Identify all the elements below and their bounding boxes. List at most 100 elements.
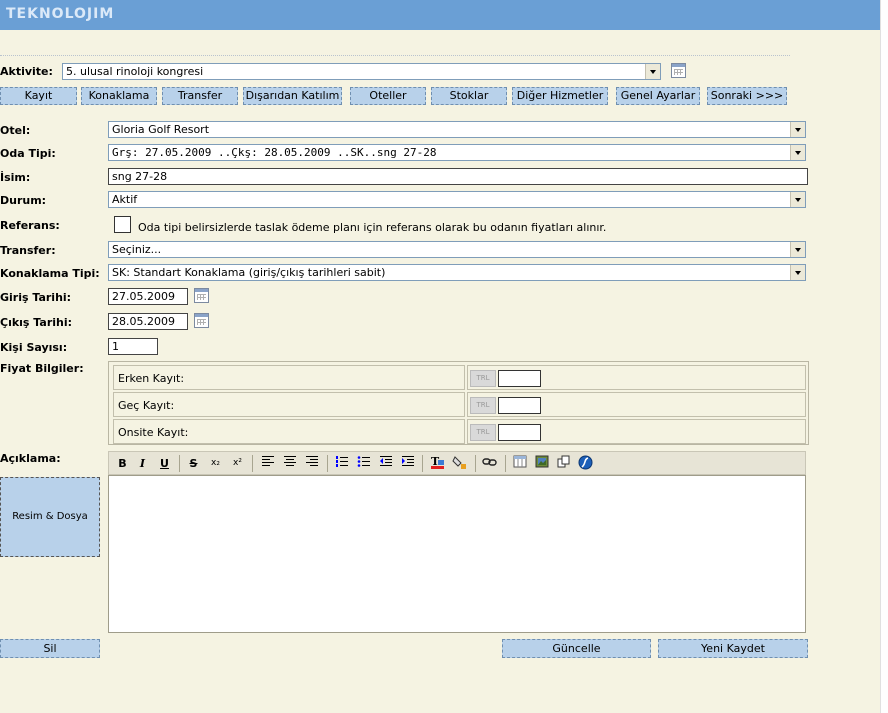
- chevron-down-icon: [645, 64, 660, 79]
- isim-label: İsim:: [0, 171, 31, 184]
- otel-value: Gloria Golf Resort: [112, 123, 210, 136]
- oda-tipi-select[interactable]: Grş: 27.05.2009 ..Çkş: 28.05.2009 ..SK..…: [108, 144, 806, 161]
- konaklama-tipi-label: Konaklama Tipi:: [0, 267, 100, 280]
- activity-select[interactable]: 5. ulusal rinoloji kongresi: [62, 63, 661, 80]
- toolbar-separator: [327, 455, 328, 472]
- calendar-icon[interactable]: [194, 288, 209, 303]
- chevron-down-icon: [790, 192, 805, 207]
- otel-select[interactable]: Gloria Golf Resort: [108, 121, 806, 138]
- durum-select[interactable]: Aktif: [108, 191, 806, 208]
- subscript-button[interactable]: x₂: [207, 455, 224, 472]
- align-right-icon[interactable]: [303, 455, 320, 472]
- nav-genel-ayarlar-button[interactable]: Genel Ayarlar: [616, 87, 700, 105]
- nav-transfer-button[interactable]: Transfer: [162, 87, 238, 105]
- table-icon[interactable]: [511, 455, 528, 472]
- activity-label: Aktivite:: [0, 65, 53, 78]
- referans-note: Oda tipi belirsizlerde taslak ödeme plan…: [138, 221, 607, 234]
- link-icon[interactable]: [481, 455, 498, 472]
- app-logo: TEKNOLOJIM: [6, 6, 115, 22]
- price-table: Erken Kayıt: TRL Geç Kayıt: TRL Onsite K…: [108, 361, 809, 445]
- bold-button[interactable]: B: [114, 455, 131, 472]
- nav-konaklama-button[interactable]: Konaklama: [81, 87, 157, 105]
- kisi-sayisi-field[interactable]: 1: [108, 338, 158, 355]
- durum-label: Durum:: [0, 194, 47, 207]
- transfer-label: Transfer:: [0, 244, 56, 257]
- otel-label: Otel:: [0, 124, 31, 137]
- price-row-label: Onsite Kayıt:: [113, 419, 465, 444]
- nav-stoklar-button[interactable]: Stoklar: [431, 87, 507, 105]
- cikis-tarihi-field[interactable]: 28.05.2009: [108, 313, 188, 330]
- price-cell: TRL: [467, 392, 806, 417]
- konaklama-tipi-select[interactable]: SK: Standart Konaklama (giriş/çıkış tari…: [108, 264, 806, 281]
- gec-kayit-price-input[interactable]: [498, 397, 541, 414]
- outdent-icon[interactable]: [377, 455, 394, 472]
- update-button[interactable]: Güncelle: [502, 639, 651, 658]
- chevron-down-icon: [790, 145, 805, 160]
- unordered-list-icon[interactable]: [355, 455, 372, 472]
- scrollbar[interactable]: [880, 0, 888, 713]
- toolbar-separator: [475, 455, 476, 472]
- referans-label: Referans:: [0, 219, 60, 232]
- currency-icon: TRL: [470, 424, 496, 441]
- isim-field[interactable]: sng 27-28: [108, 168, 808, 185]
- chevron-down-icon: [790, 242, 805, 257]
- delete-button[interactable]: Sil: [0, 639, 100, 658]
- save-new-button[interactable]: Yeni Kaydet: [658, 639, 808, 658]
- align-center-icon[interactable]: [281, 455, 298, 472]
- superscript-button[interactable]: x²: [229, 455, 246, 472]
- strikethrough-button[interactable]: S: [185, 455, 202, 472]
- toolbar-separator: [422, 455, 423, 472]
- flash-icon[interactable]: [577, 455, 594, 472]
- calendar-icon[interactable]: [194, 313, 209, 328]
- indent-icon[interactable]: [399, 455, 416, 472]
- cikis-tarihi-label: Çıkış Tarihi:: [0, 316, 73, 329]
- price-row-label: Erken Kayıt:: [113, 365, 465, 390]
- calendar-icon[interactable]: [671, 63, 686, 78]
- ordered-list-icon[interactable]: [333, 455, 350, 472]
- editor-toolbar: B I U S x₂ x² T: [108, 451, 806, 475]
- header-bar: TEKNOLOJIM: [0, 0, 880, 30]
- toolbar-separator: [252, 455, 253, 472]
- background-color-icon[interactable]: [451, 455, 468, 472]
- nav-sonraki-button[interactable]: Sonraki >>>: [707, 87, 787, 105]
- transfer-select[interactable]: Seçiniz...: [108, 241, 806, 258]
- nav-kayit-button[interactable]: Kayıt: [0, 87, 77, 105]
- currency-icon: TRL: [470, 397, 496, 414]
- nav-diger-hizmetler-button[interactable]: Diğer Hizmetler: [512, 87, 608, 105]
- nav-oteller-button[interactable]: Oteller: [350, 87, 426, 105]
- durum-value: Aktif: [112, 193, 138, 206]
- konaklama-tipi-value: SK: Standart Konaklama (giriş/çıkış tari…: [112, 266, 386, 279]
- description-editor[interactable]: [108, 475, 806, 633]
- price-row-label: Geç Kayıt:: [113, 392, 465, 417]
- chevron-down-icon: [790, 265, 805, 280]
- image-file-button[interactable]: Resim & Dosya: [0, 477, 100, 557]
- nav-disaridan-katilim-button[interactable]: Dışarıdan Katılım: [243, 87, 342, 105]
- kisi-sayisi-label: Kişi Sayısı:: [0, 341, 68, 354]
- price-cell: TRL: [467, 365, 806, 390]
- transfer-value: Seçiniz...: [112, 243, 162, 256]
- giris-tarihi-label: Giriş Tarihi:: [0, 291, 72, 304]
- price-cell: TRL: [467, 419, 806, 444]
- divider: [0, 55, 790, 56]
- activity-value: 5. ulusal rinoloji kongresi: [66, 65, 204, 78]
- align-left-icon[interactable]: [259, 455, 276, 472]
- referans-checkbox[interactable]: [114, 216, 131, 233]
- fiyat-bilgiler-label: Fiyat Bilgiler:: [0, 362, 84, 375]
- price-row-erken: Erken Kayıt: TRL: [113, 365, 806, 390]
- underline-button[interactable]: U: [156, 455, 173, 472]
- toolbar-separator: [179, 455, 180, 472]
- image-icon[interactable]: [533, 455, 550, 472]
- aciklama-label: Açıklama:: [0, 452, 61, 465]
- text-color-icon[interactable]: T: [429, 455, 446, 472]
- currency-icon: TRL: [470, 370, 496, 387]
- copy-icon[interactable]: [555, 455, 572, 472]
- onsite-kayit-price-input[interactable]: [498, 424, 541, 441]
- price-row-gec: Geç Kayıt: TRL: [113, 392, 806, 417]
- giris-tarihi-field[interactable]: 27.05.2009: [108, 288, 188, 305]
- oda-tipi-label: Oda Tipi:: [0, 147, 56, 160]
- chevron-down-icon: [790, 122, 805, 137]
- oda-tipi-value: Grş: 27.05.2009 ..Çkş: 28.05.2009 ..SK..…: [112, 146, 437, 159]
- erken-kayit-price-input[interactable]: [498, 370, 541, 387]
- italic-button[interactable]: I: [134, 455, 151, 472]
- toolbar-separator: [505, 455, 506, 472]
